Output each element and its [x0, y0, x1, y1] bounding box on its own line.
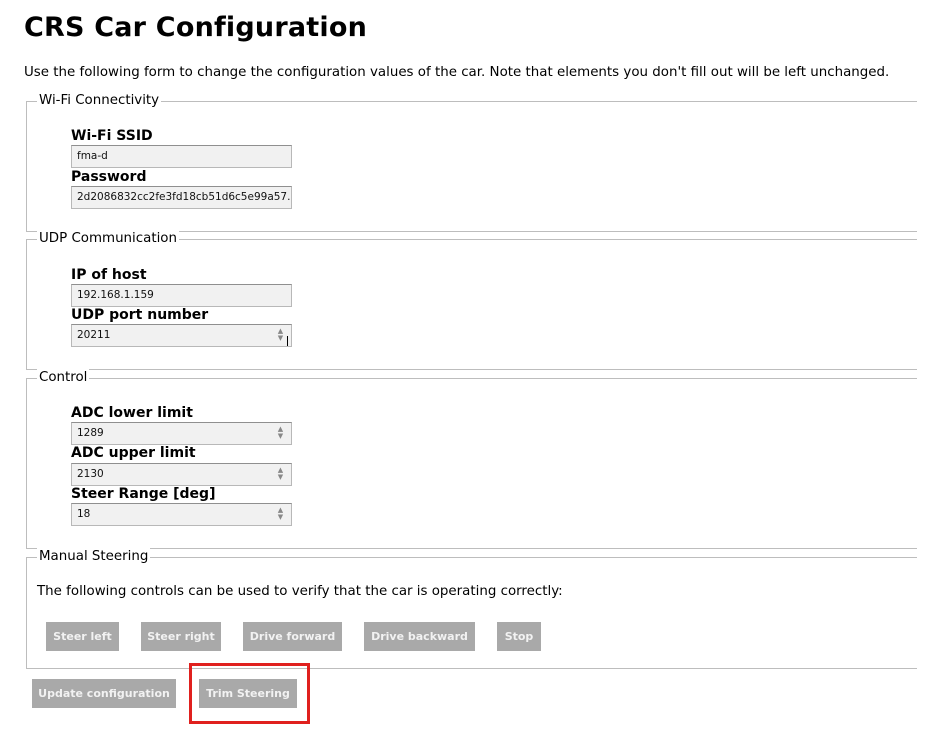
page-title: CRS Car Configuration	[24, 12, 368, 43]
udp-port-value: 20211	[77, 329, 111, 341]
ip-host-value: 192.168.1.159	[77, 289, 154, 301]
ip-host-label: IP of host	[71, 267, 147, 283]
adc-upper-label: ADC upper limit	[71, 445, 196, 461]
control-legend: Control	[37, 369, 90, 387]
manual-steering-legend: Manual Steering	[37, 548, 151, 566]
text-cursor	[287, 336, 288, 346]
ip-host-input[interactable]: 192.168.1.159	[71, 284, 292, 307]
intro-text: Use the following form to change the con…	[24, 65, 890, 80]
udp-port-label: UDP port number	[71, 307, 209, 323]
spinner-icon[interactable]: ▲ ▼	[276, 426, 285, 441]
spinner-icon[interactable]: ▲ ▼	[276, 467, 285, 482]
udp-port-input[interactable]: 20211 ▲ ▼	[71, 324, 292, 347]
password-input[interactable]: 2d2086832cc2fe3fd18cb51d6c5e99a57...	[71, 186, 292, 209]
wifi-ssid-input[interactable]: fma-d	[71, 145, 292, 168]
wifi-ssid-label: Wi-Fi SSID	[71, 128, 153, 144]
spinner-icon[interactable]: ▲ ▼	[276, 507, 285, 522]
update-configuration-button[interactable]: Update configuration	[32, 679, 176, 708]
spinner-icon[interactable]: ▲ ▼	[276, 328, 285, 343]
password-value: 2d2086832cc2fe3fd18cb51d6c5e99a57...	[77, 191, 292, 203]
password-label: Password	[71, 169, 147, 185]
steer-right-button[interactable]: Steer right	[141, 622, 221, 651]
wifi-legend: Wi-Fi Connectivity	[37, 92, 162, 110]
wifi-fieldset: Wi-Fi Connectivity Wi-Fi SSID fma-d Pass…	[26, 92, 917, 232]
adc-lower-label: ADC lower limit	[71, 405, 193, 421]
adc-lower-value: 1289	[77, 427, 104, 439]
adc-lower-input[interactable]: 1289 ▲ ▼	[71, 422, 292, 445]
adc-upper-value: 2130	[77, 468, 104, 480]
control-fieldset: Control ADC lower limit 1289 ▲ ▼ ADC uppe…	[26, 369, 917, 549]
steer-range-input[interactable]: 18 ▲ ▼	[71, 503, 292, 526]
adc-upper-input[interactable]: 2130 ▲ ▼	[71, 463, 292, 486]
udp-legend: UDP Communication	[37, 230, 179, 248]
manual-steering-fieldset: Manual Steering The following controls c…	[26, 548, 917, 669]
stop-button[interactable]: Stop	[497, 622, 541, 651]
manual-steering-description: The following controls can be used to ve…	[37, 584, 563, 599]
udp-fieldset: UDP Communication IP of host 192.168.1.1…	[26, 230, 917, 370]
highlight-box	[189, 663, 310, 724]
drive-forward-button[interactable]: Drive forward	[243, 622, 342, 651]
steer-range-value: 18	[77, 508, 91, 520]
steer-left-button[interactable]: Steer left	[46, 622, 119, 651]
drive-backward-button[interactable]: Drive backward	[364, 622, 475, 651]
steer-range-label: Steer Range [deg]	[71, 486, 216, 502]
wifi-ssid-value: fma-d	[77, 150, 108, 162]
